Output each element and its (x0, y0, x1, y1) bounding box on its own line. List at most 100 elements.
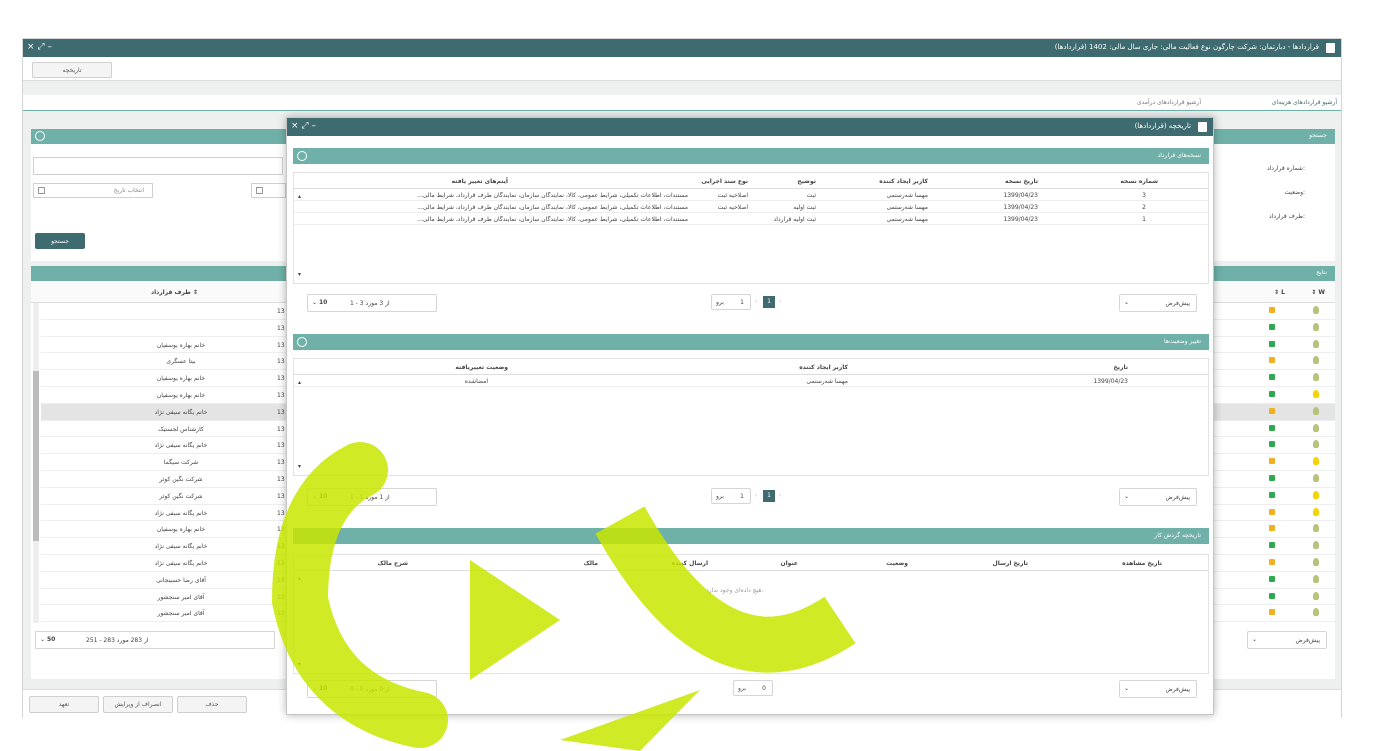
col-date[interactable]: تاریخ (1113, 364, 1128, 371)
col-send-date[interactable]: تاریخ ارسال (993, 560, 1029, 567)
contract-number-field[interactable] (33, 157, 283, 175)
scroll-up-icon[interactable]: ▴ (298, 575, 301, 582)
workflow-header[interactable]: تاریخچه گردش کار (293, 528, 1209, 544)
empty-message: هیچ داده‌ای وجود ندارد. (706, 587, 764, 594)
column-header-party[interactable]: طرف قرارداد ⇕ (151, 289, 198, 296)
lightbulb-icon (1313, 474, 1319, 482)
goto-input[interactable]: 1 (740, 493, 744, 500)
default-view-select[interactable]: ⌄ پیش‌فرض (1119, 294, 1197, 312)
cell-creator: مهسا شه‌رستمی (806, 378, 848, 385)
versions-title: نسخه‌های قرارداد (1157, 152, 1201, 159)
history-button[interactable]: تاریخچه (32, 62, 112, 78)
version-row[interactable]: 3 1399/04/23 مهسا شه‌رستمی ثبت اصلاحیه ثبت مس… (294, 189, 1208, 201)
cell-party: خانم بهاره یوسفیان (156, 392, 206, 399)
cell-party: شرکت نگین کوثر (159, 492, 203, 500)
page-size-select[interactable]: ⌄ 50 (40, 636, 55, 643)
default-view-select[interactable]: ⌄ پیش‌فرض (1119, 680, 1197, 698)
scroll-up-icon[interactable]: ▴ (298, 379, 301, 386)
tab-cost-archive[interactable]: آرشیو قراردادهای هزینه‌ای (1272, 99, 1337, 106)
cell-version-number: 1 (1142, 216, 1146, 223)
scroll-down-icon[interactable]: ▾ (298, 661, 301, 668)
versions-header[interactable]: نسخه‌های قرارداد (293, 148, 1209, 164)
page-size-select[interactable]: ⌄ 10 (312, 685, 327, 692)
column-header-l[interactable]: ⇕ L (1274, 289, 1285, 296)
lightbulb-icon (1313, 608, 1319, 617)
collapse-icon[interactable] (35, 131, 45, 141)
delete-button[interactable]: حذف (177, 696, 247, 713)
col-view-date[interactable]: تاریخ مشاهده (1122, 560, 1162, 567)
lock-icon (1269, 357, 1275, 364)
page-size-select[interactable]: ⌄ 10 (312, 493, 327, 500)
cell-party: خانم بهاره یوسفیان (156, 526, 206, 534)
col-changed-status[interactable]: وضعیت تغییریافته (455, 364, 508, 371)
version-row[interactable]: 1 1399/04/23 مهسا شه‌رستمی ثبت اولیه قراردا… (294, 213, 1208, 225)
current-page[interactable]: 1 (763, 296, 775, 308)
lock-icon (1269, 391, 1275, 397)
cell-number: 13 (277, 560, 285, 567)
date-to-field[interactable]: انتخاب تاریخ (33, 183, 153, 198)
history-dialog: × ⤢ – تاریخچه (قراردادها) نسخه‌های قرارد… (286, 117, 1214, 715)
cell-number: 13 (277, 308, 285, 315)
page-size-select[interactable]: ⌄ 10 (312, 299, 327, 306)
cell-number: 13 (277, 576, 285, 584)
lock-icon (1269, 542, 1275, 549)
scroll-down-icon[interactable]: ▾ (298, 463, 301, 470)
col-owner[interactable]: مالک (584, 560, 598, 567)
next-page-icon[interactable]: › (779, 298, 781, 305)
cell-party: شرکت نگین کوثر (159, 476, 203, 483)
window-controls[interactable]: × ⤢ – (27, 42, 52, 52)
col-sender[interactable]: ارسال کننده (672, 560, 708, 567)
cell-number: 13 (277, 610, 285, 618)
col-changed-items[interactable]: آیتم‌های تغییر یافته (452, 178, 508, 185)
prev-page-icon[interactable]: ‹ (755, 298, 757, 305)
version-row[interactable]: 2 1399/04/23 مهسا شه‌رستمی ثبت اولیه اصلاحیه… (294, 201, 1208, 213)
commit-button[interactable]: تعهد (29, 696, 99, 713)
column-header-w[interactable]: ⇕ W (1311, 289, 1325, 296)
search-button[interactable]: جستجو (35, 233, 85, 249)
status-header[interactable]: تغییر وضعیت‌ها (293, 334, 1209, 350)
col-creator[interactable]: کاربر ایجاد کننده (879, 178, 928, 185)
current-page[interactable]: 1 (763, 490, 775, 502)
tab-income-archive[interactable]: آرشیو قراردادهای درآمدی (1137, 99, 1201, 106)
lightbulb-icon (1313, 440, 1319, 449)
lightbulb-icon (1313, 541, 1319, 550)
col-doc-type[interactable]: نوع سند اجرایی (701, 178, 748, 185)
lightbulb-icon (1313, 390, 1319, 398)
cell-party: کارشناس لجستیک (158, 425, 204, 433)
lightbulb-icon (1313, 339, 1319, 348)
dialog-window-controls[interactable]: × ⤢ – (291, 121, 316, 131)
default-view-select[interactable]: ⌄ پیش‌فرض (1247, 631, 1327, 649)
scroll-up-icon[interactable]: ▴ (298, 193, 301, 200)
col-title[interactable]: عنوان (781, 560, 799, 567)
default-view-select[interactable]: ⌄ پیش‌فرض (1119, 488, 1197, 506)
calendar-icon[interactable] (256, 187, 263, 194)
collapse-icon[interactable] (297, 151, 307, 161)
date-placeholder: انتخاب تاریخ (113, 187, 144, 194)
date-from-field[interactable] (251, 183, 286, 198)
goto-input[interactable]: 1 (740, 299, 744, 306)
col-version-number[interactable]: شماره نسخه (1120, 178, 1158, 185)
col-description[interactable]: توضیح (797, 178, 816, 185)
col-owner-desc[interactable]: شرح مالک (378, 560, 408, 567)
scroll-down-icon[interactable]: ▾ (298, 271, 301, 278)
search-section-title: جستجو (1309, 132, 1327, 139)
next-page-icon[interactable]: › (779, 492, 781, 499)
cell-changed-items: مستندات، اطلاعات تکمیلی، شرایط عمومی، کا… (417, 216, 688, 223)
status-row[interactable]: 1399/04/23 مهسا شه‌رستمی امضاشده (294, 375, 1208, 387)
main-titlebar: × ⤢ – قراردادها - دبارتمان: شرکت چارگون … (23, 39, 1341, 57)
col-status[interactable]: وضعیت (886, 560, 908, 567)
grid-scrollbar[interactable] (33, 303, 39, 623)
lock-icon (1269, 525, 1275, 532)
cell-creator: مهسا شه‌رستمی (886, 216, 928, 223)
lightbulb-icon (1313, 524, 1319, 533)
lock-icon (1269, 559, 1275, 565)
chevron-down-icon: ⌄ (1124, 299, 1130, 306)
col-version-date[interactable]: تاریخ نسخه (1005, 178, 1038, 185)
cancel-edit-button[interactable]: انصراف از ویرایش (103, 696, 173, 713)
calendar-icon[interactable] (38, 187, 45, 194)
cell-number: 13 (277, 375, 285, 383)
prev-page-icon[interactable]: ‹ (755, 492, 757, 499)
collapse-icon[interactable] (297, 337, 307, 347)
goto-input[interactable]: 0 (762, 685, 766, 692)
col-creator[interactable]: کاربر ایجاد کننده (799, 364, 848, 371)
